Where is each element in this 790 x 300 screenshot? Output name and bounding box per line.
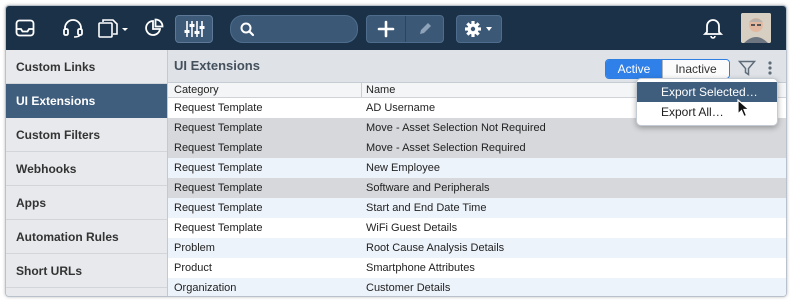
- active-inactive-toggle: Active Inactive: [605, 59, 730, 79]
- sidebar-item-label: Short URLs: [16, 263, 82, 278]
- plus-icon: [377, 20, 395, 38]
- cell-category: Request Template: [174, 202, 263, 214]
- cell-name: Start and End Date Time: [366, 202, 487, 214]
- export-dropdown-menu: Export Selected… Export All…: [636, 78, 778, 126]
- sidebar-item-label: Automation Rules: [16, 229, 119, 244]
- pencil-icon: [420, 23, 431, 34]
- user-avatar[interactable]: [741, 13, 771, 43]
- table-row[interactable]: Organization Customer Details: [168, 278, 786, 296]
- app-window: Custom Links UI Extensions Custom Filter…: [5, 5, 787, 297]
- headset-icon[interactable]: [58, 6, 88, 50]
- cell-category: Request Template: [174, 162, 263, 174]
- table-row[interactable]: Request Template Move - Asset Selection R…: [168, 138, 786, 158]
- cell-category: Request Template: [174, 122, 263, 134]
- cell-name: Customer Details: [366, 282, 451, 294]
- cell-category: Organization: [174, 282, 237, 294]
- cell-name: Root Cause Analysis Details: [366, 242, 505, 254]
- sidebar-item-label: Custom Links: [16, 59, 96, 74]
- sidebar-item-label: UI Extensions: [16, 93, 96, 108]
- more-options-icon[interactable]: [766, 60, 774, 76]
- cell-category: Product: [174, 262, 212, 274]
- settings-dropdown-button[interactable]: [456, 15, 502, 43]
- cell-name: Software and Peripherals: [366, 182, 490, 194]
- gear-dropdown-icon: [465, 21, 492, 37]
- search-icon: [240, 22, 255, 37]
- column-divider: [361, 83, 362, 97]
- tab-inactive[interactable]: Inactive: [662, 60, 729, 78]
- sidebar-item-short-urls[interactable]: Short URLs: [6, 254, 167, 288]
- column-header-name[interactable]: Name: [366, 83, 395, 97]
- tab-active[interactable]: Active: [606, 60, 662, 78]
- extensions-table: Request Template AD Username Request Temp…: [168, 98, 786, 296]
- sidebar-item-label: Custom Filters: [16, 127, 101, 142]
- menu-item-export-selected[interactable]: Export Selected…: [637, 82, 777, 102]
- sidebar-item-automation-rules[interactable]: Automation Rules: [6, 220, 167, 254]
- pie-chart-icon[interactable]: [140, 6, 168, 50]
- filter-icon[interactable]: [738, 60, 756, 76]
- page-title: UI Extensions: [174, 58, 260, 73]
- sliders-icon: [184, 21, 205, 37]
- documents-dropdown-icon[interactable]: [96, 6, 132, 50]
- cell-category: Request Template: [174, 102, 263, 114]
- sidebar-item-custom-links[interactable]: Custom Links: [6, 50, 167, 84]
- sidebar-item-label: Webhooks: [16, 161, 77, 176]
- sliders-button[interactable]: [175, 15, 213, 43]
- sidebar-item-apps[interactable]: Apps: [6, 186, 167, 220]
- table-row[interactable]: Request Template Software and Peripherals: [168, 178, 786, 198]
- cell-category: Request Template: [174, 182, 263, 194]
- mouse-pointer-icon: [737, 99, 751, 118]
- sidebar-item-ui-extensions[interactable]: UI Extensions: [6, 84, 167, 118]
- table-row[interactable]: Request Template Start and End Date Time: [168, 198, 786, 218]
- cell-name: Move - Asset Selection Required: [366, 142, 526, 154]
- settings-sidebar: Custom Links UI Extensions Custom Filter…: [6, 50, 168, 296]
- cell-category: Request Template: [174, 222, 263, 234]
- sidebar-item-label: Apps: [16, 195, 46, 210]
- cell-name: WiFi Guest Details: [366, 222, 458, 234]
- top-toolbar: [6, 6, 786, 50]
- table-row[interactable]: Product Smartphone Attributes: [168, 258, 786, 278]
- cell-category: Problem: [174, 242, 215, 254]
- cell-category: Request Template: [174, 142, 263, 154]
- cell-name: Move - Asset Selection Not Required: [366, 122, 546, 134]
- create-button-group: [366, 15, 444, 43]
- cell-name: AD Username: [366, 102, 436, 114]
- sidebar-item-webhooks[interactable]: Webhooks: [6, 152, 167, 186]
- menu-item-export-all[interactable]: Export All…: [637, 102, 777, 122]
- sidebar-item-custom-filters[interactable]: Custom Filters: [6, 118, 167, 152]
- cell-name: Smartphone Attributes: [366, 262, 475, 274]
- table-row[interactable]: Request Template New Employee: [168, 158, 786, 178]
- edit-button[interactable]: [406, 16, 443, 42]
- search-input[interactable]: [230, 15, 358, 43]
- column-header-category[interactable]: Category: [174, 83, 219, 97]
- add-button[interactable]: [367, 16, 405, 42]
- bell-icon[interactable]: [699, 6, 727, 50]
- table-row[interactable]: Problem Root Cause Analysis Details: [168, 238, 786, 258]
- inbox-icon[interactable]: [10, 6, 40, 50]
- cell-name: New Employee: [366, 162, 440, 174]
- table-row[interactable]: Request Template WiFi Guest Details: [168, 218, 786, 238]
